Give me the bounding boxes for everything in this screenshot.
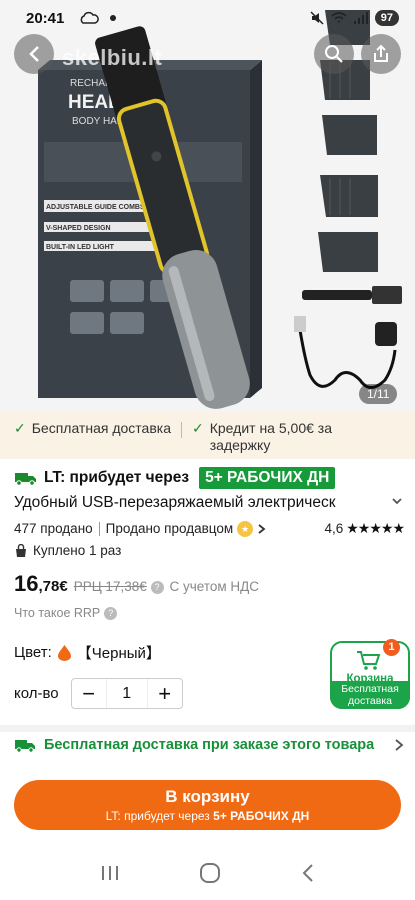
watermark: skelbiu.lt: [62, 45, 163, 70]
rating-value: 4,6: [324, 521, 344, 536]
free-shipping-text: Бесплатная доставка при заказе этого тов…: [44, 737, 375, 753]
battery-level: 97: [374, 10, 399, 26]
cart-icon: [357, 651, 381, 670]
delivery-days-badge: 5+ РАБОЧИХ ДН: [199, 467, 336, 489]
search-button[interactable]: [314, 34, 354, 74]
decrease-quantity-button[interactable]: −: [72, 679, 106, 708]
chevron-down-icon: [392, 498, 402, 505]
cart-count-badge: 1: [383, 639, 400, 656]
cloud-icon: [81, 11, 100, 24]
check-icon: ✓: [192, 420, 204, 436]
mute-icon: [310, 11, 324, 25]
bought-text: Куплено 1 раз: [33, 543, 122, 558]
color-value: 【Черный】: [76, 645, 161, 662]
search-icon: [325, 45, 343, 63]
vat-note: С учетом НДС: [169, 579, 260, 594]
check-icon: ✓: [14, 420, 26, 436]
cta-sub-prefix: LT: прибудет через: [105, 809, 214, 823]
cta-sub-highlight: 5+ РАБОЧИХ ДН: [213, 809, 310, 823]
sold-count: 477 продано: [14, 521, 93, 536]
chevron-left-icon: [29, 46, 39, 62]
color-label: Цвет:: [14, 644, 52, 661]
flame-icon: [57, 644, 71, 661]
credit-promo: ✓ Кредит на 5,00€ за задержку: [192, 420, 385, 454]
share-icon: [374, 44, 388, 62]
rrp-price-text: РРЦ 17,38€: [73, 579, 147, 594]
color-selector[interactable]: Цвет: 【Черный】: [14, 642, 161, 663]
star-rating-icon: ★★★★★: [346, 520, 405, 536]
product-stats: 477 продано Продано продавцом ★ 4,6 ★★★★…: [14, 520, 405, 537]
chevron-right-icon[interactable]: [257, 523, 267, 535]
free-delivery-promo: ✓ Бесплатная доставка: [14, 420, 171, 437]
expand-title-button[interactable]: [384, 494, 404, 512]
rating[interactable]: 4,6 ★★★★★: [324, 520, 405, 537]
quantity-stepper[interactable]: − 1 +: [70, 678, 183, 709]
price-block: 16 ,78€ РРЦ 17,38€ ? С учетом НДС: [14, 571, 259, 597]
increase-quantity-button[interactable]: +: [148, 679, 182, 708]
cart-button[interactable]: 1 Корзина Бесплатная доставка: [330, 639, 410, 709]
free-delivery-label: Бесплатная доставка: [31, 420, 171, 436]
recent-apps-icon[interactable]: [99, 863, 121, 883]
box-feature-1: ADJUSTABLE GUIDE COMBS: [46, 204, 145, 211]
help-icon: ?: [104, 606, 118, 620]
wifi-icon: [331, 12, 347, 23]
quantity-row: кол-во − 1 +: [14, 678, 183, 709]
free-shipping-row[interactable]: Бесплатная доставка при заказе этого тов…: [14, 737, 404, 753]
cart-free-delivery: Бесплатная доставка: [330, 681, 410, 709]
truck-icon: [15, 740, 35, 753]
bag-icon: [16, 543, 26, 557]
credit-label: Кредит на 5,00€ за задержку: [209, 420, 332, 453]
seller-badge-icon: ★: [237, 520, 254, 537]
status-bar: 20:41 97: [0, 0, 415, 36]
home-icon[interactable]: [198, 861, 222, 885]
chevron-right-icon: [395, 739, 404, 751]
price-cents: ,78€: [38, 578, 68, 595]
delivery-estimate: LT: прибудет через 5+ РАБОЧИХ ДН: [14, 467, 336, 489]
box-feature-3: BUILT-IN LED LIGHT: [46, 244, 115, 251]
purchase-history: Куплено 1 раз: [14, 543, 121, 558]
promo-bar: ✓ Бесплатная доставка ✓ Кредит на 5,00€ …: [0, 412, 415, 459]
add-to-cart-label: В корзину: [165, 787, 250, 806]
rrp-help-link[interactable]: Что такое RRP ?: [14, 606, 118, 620]
seller-link[interactable]: Продано продавцом: [106, 521, 233, 536]
add-to-cart-subtitle: LT: прибудет через 5+ РАБОЧИХ ДН: [14, 809, 401, 823]
promo-divider: [181, 422, 182, 438]
rrp-price: РРЦ 17,38€ ?: [74, 579, 164, 594]
section-divider: [0, 725, 415, 732]
delivery-text: LT: прибудет через: [44, 469, 190, 486]
signal-icon: [353, 12, 368, 24]
add-to-cart-button[interactable]: В корзину LT: прибудет через 5+ РАБОЧИХ …: [14, 780, 401, 830]
product-title-text: Удобный USB-перезаряжаемый электрическ: [14, 494, 336, 511]
quantity-value[interactable]: 1: [105, 679, 148, 708]
box-feature-2: V-SHAPED DESIGN: [46, 225, 111, 232]
truck-icon: [15, 473, 36, 486]
rrp-help-text: Что такое RRP: [14, 606, 101, 620]
help-icon[interactable]: ?: [150, 580, 164, 594]
status-time: 20:41: [26, 9, 65, 27]
image-counter: 1/11: [359, 384, 398, 404]
notification-dot-icon: [110, 15, 117, 21]
quantity-label: кол-во: [14, 685, 59, 702]
product-title[interactable]: Удобный USB-перезаряжаемый электрическ: [14, 494, 404, 512]
back-nav-icon[interactable]: [300, 862, 316, 884]
stats-divider: [98, 521, 100, 536]
price-main: 16: [14, 571, 39, 596]
back-button[interactable]: [14, 34, 54, 74]
share-button[interactable]: [361, 34, 401, 74]
system-nav-bar: [0, 845, 415, 900]
